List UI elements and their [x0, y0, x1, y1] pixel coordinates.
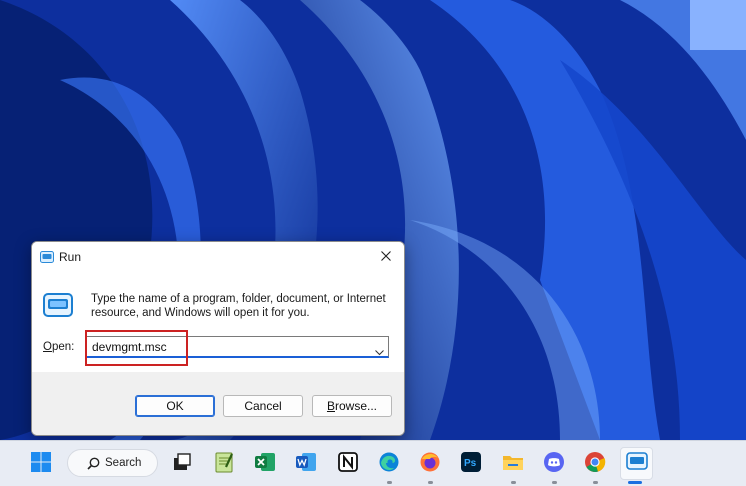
- open-label: Open:: [43, 341, 75, 353]
- run-taskbar-button[interactable]: [620, 447, 653, 480]
- taskbar-search[interactable]: Search: [67, 449, 158, 477]
- run-large-icon: [43, 293, 73, 322]
- word-button[interactable]: [291, 449, 321, 479]
- taskbar: Search Ps: [0, 440, 746, 486]
- firefox-running-indicator: [428, 481, 433, 484]
- search-label: Search: [105, 457, 142, 469]
- task-view-button[interactable]: [167, 449, 197, 479]
- windows-logo-icon: [30, 451, 52, 478]
- chrome-running-indicator: [593, 481, 598, 484]
- highlight-annotation: [85, 330, 188, 366]
- task-view-icon: [172, 452, 192, 477]
- dialog-titlebar[interactable]: Run: [32, 242, 404, 272]
- search-icon: [87, 457, 100, 475]
- discord-icon: [543, 451, 565, 478]
- run-app-icon: [40, 250, 54, 268]
- dialog-description: Type the name of a program, folder, docu…: [91, 293, 386, 319]
- chrome-button[interactable]: [580, 449, 610, 479]
- dialog-title: Run: [59, 250, 82, 264]
- close-icon: [381, 248, 391, 266]
- discord-running-indicator: [552, 481, 557, 484]
- notion-button[interactable]: [333, 449, 363, 479]
- firefox-icon: [419, 451, 441, 478]
- cancel-button[interactable]: Cancel: [223, 395, 303, 417]
- file-explorer-button[interactable]: [498, 449, 528, 479]
- run-app-icon: [625, 452, 648, 475]
- notion-icon: [337, 451, 359, 478]
- chevron-down-icon[interactable]: [375, 343, 384, 361]
- svg-text:Ps: Ps: [464, 458, 477, 469]
- browse-button[interactable]: Browse...: [312, 395, 392, 417]
- run-dialog: Run Type the name of a program, folder, …: [31, 241, 405, 436]
- close-button[interactable]: [374, 246, 398, 268]
- discord-button[interactable]: [539, 449, 569, 479]
- photoshop-button[interactable]: Ps: [456, 449, 486, 479]
- dialog-body: Type the name of a program, folder, docu…: [32, 272, 404, 372]
- firefox-button[interactable]: [415, 449, 445, 479]
- excel-button[interactable]: [250, 449, 280, 479]
- ok-button[interactable]: OK: [135, 395, 215, 417]
- start-button[interactable]: [26, 449, 56, 479]
- word-icon: [295, 451, 317, 478]
- notepad-plus-icon: [213, 451, 235, 478]
- run-active-indicator: [628, 481, 642, 484]
- chrome-icon: [584, 451, 606, 478]
- edge-icon: [378, 451, 400, 478]
- excel-icon: [254, 451, 276, 478]
- dialog-footer: OK Cancel Browse...: [32, 372, 404, 435]
- folder-icon: [502, 451, 524, 478]
- photoshop-icon: Ps: [460, 451, 482, 478]
- notepad-plus-button[interactable]: [209, 449, 239, 479]
- explorer-running-indicator: [511, 481, 516, 484]
- edge-running-indicator: [387, 481, 392, 484]
- edge-button[interactable]: [374, 449, 404, 479]
